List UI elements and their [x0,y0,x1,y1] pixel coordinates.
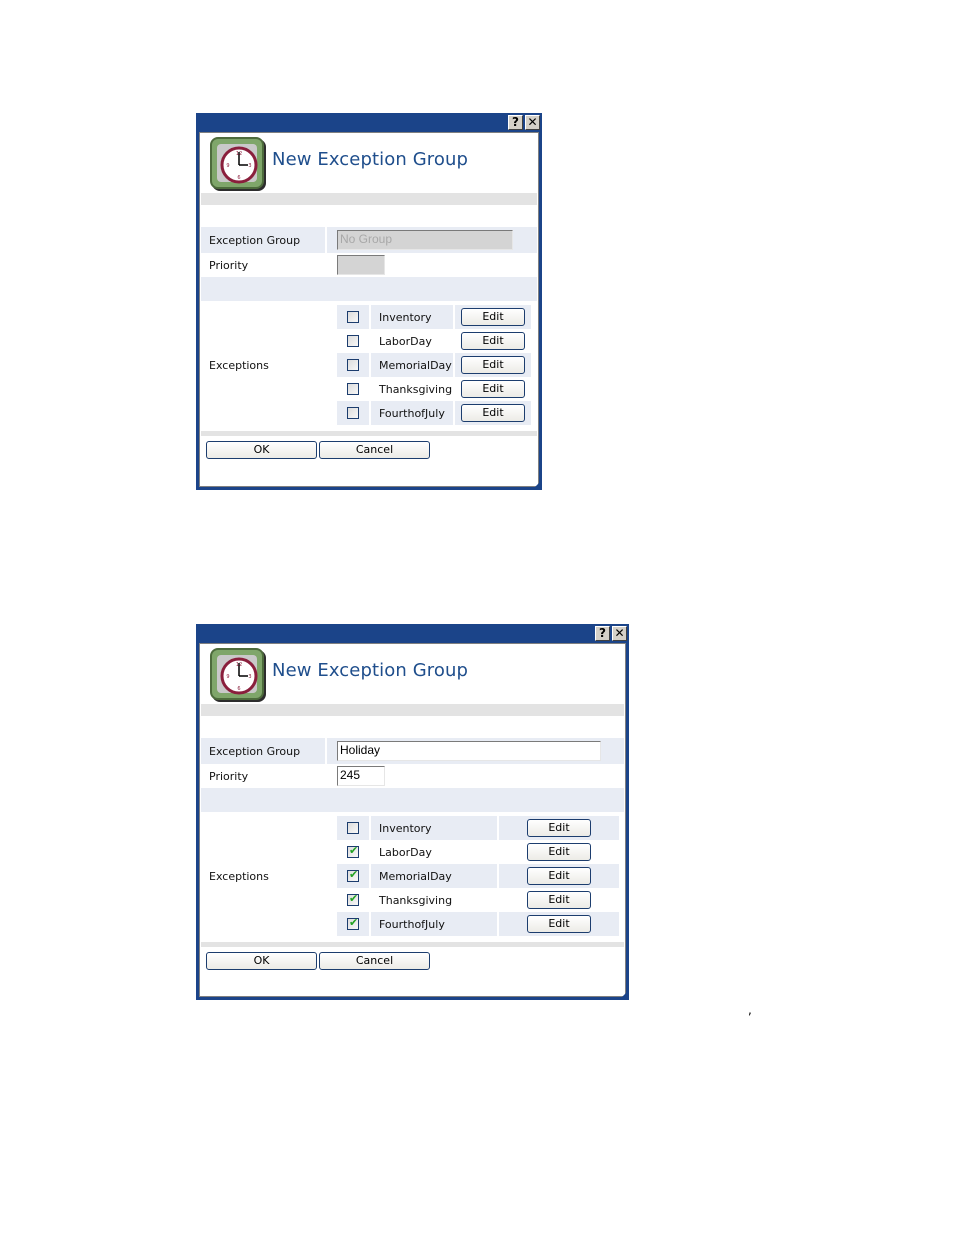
resize-grip[interactable] [619,990,629,1000]
close-button[interactable]: ✕ [525,115,540,130]
checkmark-icon: ✔ [349,844,359,857]
edit-button[interactable]: Edit [461,404,525,422]
edit-button[interactable]: Edit [527,867,591,885]
checkmark-icon: ✔ [349,892,359,905]
edit-button[interactable]: Edit [461,308,525,326]
title-bar[interactable]: ? ✕ [196,113,542,132]
exceptions-section: Exceptions Inventory Edit ✔ LaborDay Edi… [201,812,624,936]
cancel-button[interactable]: Cancel [319,441,430,459]
exception-name: Inventory [371,816,499,840]
close-button[interactable]: ✕ [612,626,627,641]
edit-button[interactable]: Edit [527,915,591,933]
cancel-button[interactable]: Cancel [319,952,430,970]
exception-group-input[interactable]: Holiday [337,741,601,761]
dialog-header: 12 3 6 9 New Exception Group [200,133,538,193]
section-divider [201,704,624,716]
exception-checkbox[interactable] [347,822,359,834]
list-item: ✔ FourthofJuly Edit [337,912,624,936]
section-spacer [201,277,537,301]
exception-group-row: Exception Group No Group [201,227,537,253]
exception-group-label: Exception Group [201,227,327,253]
exception-name: FourthofJuly [371,401,455,425]
exception-checkbox[interactable] [347,311,359,323]
exception-group-dialog-empty: ? ✕ 12 3 6 9 New Exception Group Excepti… [196,113,542,490]
exceptions-label: Exceptions [209,869,269,883]
exception-name: FourthofJuly [371,912,499,936]
exception-checkbox[interactable] [347,407,359,419]
edit-button[interactable]: Edit [527,819,591,837]
exception-group-dialog-filled: ? ✕ 12 3 6 9 New Exception Group Excepti… [196,624,629,1000]
exception-checkbox[interactable]: ✔ [347,892,359,906]
list-item: ✔ LaborDay Edit [337,840,624,864]
priority-input[interactable]: 245 [337,766,385,786]
svg-text:6: 6 [237,686,240,692]
dialog-title: New Exception Group [272,660,468,681]
exception-name: Inventory [371,305,455,329]
edit-button[interactable]: Edit [461,356,525,374]
stray-comma: , [748,1003,752,1017]
edit-button[interactable]: Edit [461,380,525,398]
dialog-footer: OK Cancel [200,436,538,459]
clock-icon: 12 3 6 9 [210,648,264,700]
dialog-footer: OK Cancel [200,947,625,970]
help-button[interactable]: ? [595,626,610,641]
exception-checkbox[interactable]: ✔ [347,916,359,930]
list-item: ✔ MemorialDay Edit [337,864,624,888]
exception-name: LaborDay [371,329,455,353]
svg-text:3: 3 [248,163,251,169]
dialog-body: 12 3 6 9 New Exception Group Exception Grou… [199,643,626,997]
exception-name: MemorialDay [371,864,499,888]
exceptions-list: Inventory Edit ✔ LaborDay Edit ✔ Memoria… [327,816,624,936]
svg-text:12: 12 [236,151,242,157]
exception-name: Thanksgiving [371,888,499,912]
list-item: ✔ Thanksgiving Edit [337,888,624,912]
svg-text:9: 9 [226,674,229,680]
edit-button[interactable]: Edit [461,332,525,350]
svg-text:12: 12 [236,662,242,668]
ok-button[interactable]: OK [206,441,317,459]
exceptions-list: Inventory Edit LaborDay Edit MemorialDay… [327,305,537,425]
list-item: LaborDay Edit [337,329,537,353]
dialog-header: 12 3 6 9 New Exception Group [200,644,625,704]
dialog-body: 12 3 6 9 New Exception Group Exception Grou… [199,132,539,487]
priority-label: Priority [209,258,249,272]
exceptions-label: Exceptions [209,358,269,372]
svg-text:9: 9 [226,163,229,169]
exception-name: LaborDay [371,840,499,864]
list-item: Thanksgiving Edit [337,377,537,401]
edit-button[interactable]: Edit [527,843,591,861]
section-spacer [201,788,624,812]
checkmark-icon: ✔ [349,868,359,881]
list-item: FourthofJuly Edit [337,401,537,425]
resize-grip[interactable] [532,480,542,490]
exception-name: MemorialDay [371,353,455,377]
list-item: Inventory Edit [337,816,624,840]
checkmark-icon: ✔ [349,916,359,929]
list-item: Inventory Edit [337,305,537,329]
exception-checkbox[interactable] [347,359,359,371]
svg-text:6: 6 [237,175,240,181]
priority-row: Priority [201,253,537,277]
edit-button[interactable]: Edit [527,891,591,909]
dialog-title: New Exception Group [272,149,468,170]
priority-label: Priority [209,769,249,783]
priority-row: Priority 245 [201,764,624,788]
priority-input[interactable] [337,255,385,275]
exception-group-row: Exception Group Holiday [201,738,624,764]
exception-checkbox[interactable]: ✔ [347,844,359,858]
list-item: MemorialDay Edit [337,353,537,377]
title-bar[interactable]: ? ✕ [196,624,629,643]
exception-group-input[interactable]: No Group [337,230,513,250]
exception-checkbox[interactable] [347,383,359,395]
exception-name: Thanksgiving [371,377,455,401]
exception-group-label: Exception Group [201,738,327,764]
exception-checkbox[interactable]: ✔ [347,868,359,882]
clock-icon: 12 3 6 9 [210,137,264,189]
help-button[interactable]: ? [508,115,523,130]
ok-button[interactable]: OK [206,952,317,970]
svg-text:3: 3 [248,674,251,680]
exceptions-section: Exceptions Inventory Edit LaborDay Edit [201,301,537,425]
section-divider [201,193,537,205]
exception-checkbox[interactable] [347,335,359,347]
